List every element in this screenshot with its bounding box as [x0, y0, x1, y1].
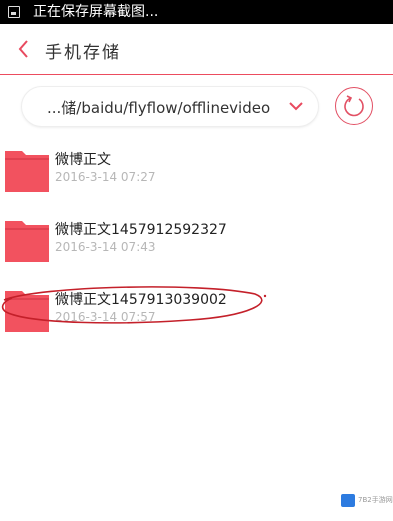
folder-icon [5, 221, 49, 262]
list-item[interactable]: 微博正文 2016-3-14 07:27 [0, 146, 393, 216]
logo-icon [341, 494, 355, 507]
list-item[interactable]: 微博正文1457912592327 2016-3-14 07:43 [0, 216, 393, 286]
watermark-logo: 7B2手游网 [341, 492, 393, 510]
watermark-text: 7B2手游网 [358, 496, 393, 504]
chevron-down-icon [289, 102, 303, 111]
file-name: 微博正文1457912592327 [55, 222, 227, 238]
refresh-button[interactable] [335, 87, 373, 125]
status-bar: 正在保存屏幕截图... [0, 0, 393, 24]
refresh-icon [344, 95, 364, 117]
path-selector[interactable]: ...储/baidu/flyflow/offlinevideo [22, 87, 318, 126]
file-name: 微博正文 [55, 152, 111, 168]
file-date: 2016-3-14 07:27 [55, 170, 156, 184]
current-path: ...储/baidu/flyflow/offlinevideo [47, 99, 271, 117]
back-button[interactable] [10, 32, 40, 66]
status-text: 正在保存屏幕截图... [33, 4, 159, 20]
page-title: 手机存储 [45, 43, 121, 63]
highlight-circle [1, 286, 267, 324]
file-date: 2016-3-14 07:43 [55, 240, 156, 254]
screenshot-icon [8, 6, 20, 18]
app-bar: 手机存储 [0, 24, 393, 75]
folder-icon [5, 151, 49, 192]
chevron-left-icon [18, 40, 28, 58]
